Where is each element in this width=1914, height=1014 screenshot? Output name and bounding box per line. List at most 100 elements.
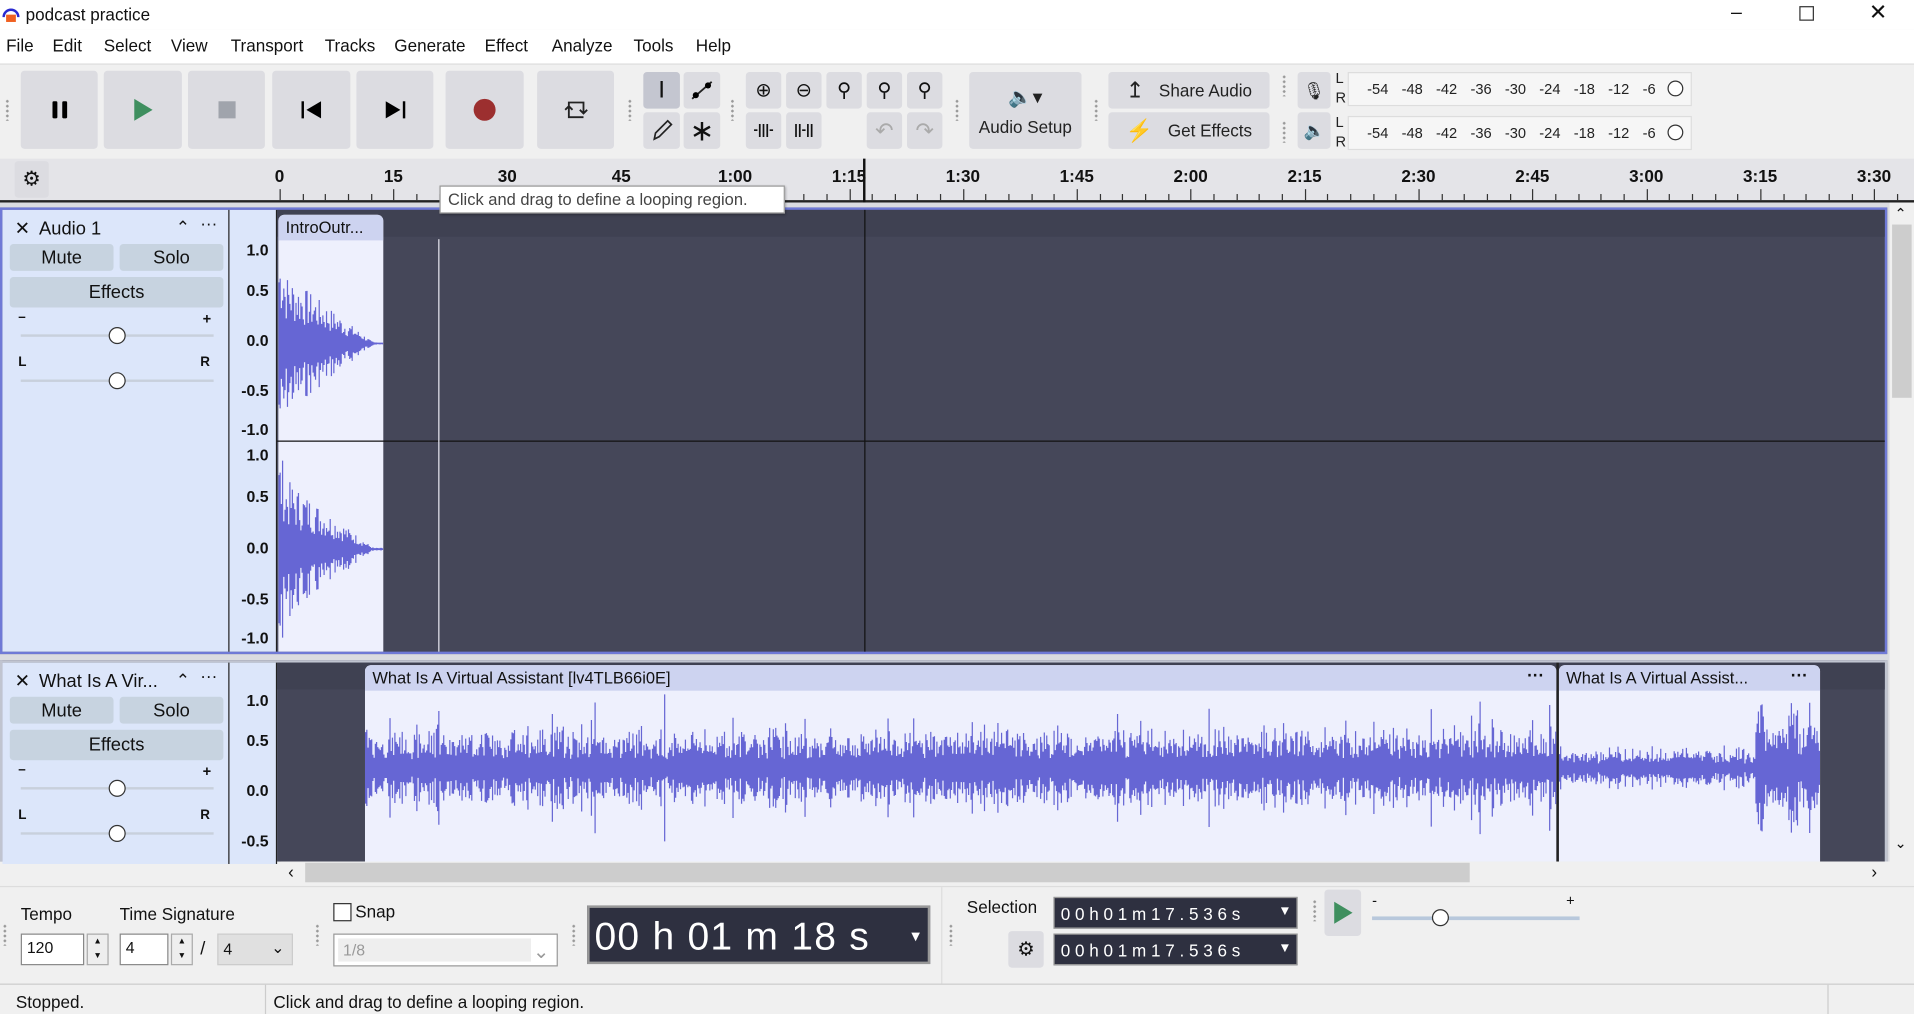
vertical-scrollbar[interactable]: ⌃ ⌄ xyxy=(1889,202,1914,862)
menu-edit[interactable]: Edit xyxy=(52,35,81,55)
playback-speed-slider[interactable] xyxy=(1372,908,1580,927)
horizontal-scroll-thumb[interactable] xyxy=(305,862,1470,883)
collapse-icon[interactable]: ⌃ xyxy=(176,217,190,238)
envelope-tool[interactable] xyxy=(683,71,721,109)
toolbar-grip[interactable] xyxy=(4,98,10,121)
redo-button[interactable]: ↷ xyxy=(906,112,943,149)
pause-button[interactable] xyxy=(20,70,98,149)
track-what-is-a-virtual-assistant[interactable]: ✕ What Is A Vir... ⌃ ··· Mute Solo Effec… xyxy=(0,660,1888,864)
scroll-left-icon[interactable]: ‹ xyxy=(288,862,294,882)
toolbar-grip[interactable] xyxy=(954,98,960,121)
gain-slider[interactable] xyxy=(20,325,214,345)
solo-button[interactable]: Solo xyxy=(119,696,224,724)
timeline-ruler[interactable]: ⚙ 0 15 30 45 1:00 1:15 1:30 1:45 2:00 2:15 2:30 2:4… xyxy=(0,158,1914,203)
audio-setup-button[interactable]: 🔈▾ Audio Setup xyxy=(969,71,1082,149)
timeline-settings-button[interactable]: ⚙ xyxy=(14,161,49,198)
menu-tracks[interactable]: Tracks xyxy=(325,35,376,55)
close-icon[interactable]: ✕ xyxy=(1869,0,1887,26)
clip-menu-icon[interactable]: ··· xyxy=(1791,665,1808,685)
pan-slider[interactable] xyxy=(20,822,214,843)
vertical-scroll-thumb[interactable] xyxy=(1892,224,1912,398)
effects-button[interactable]: Effects xyxy=(9,277,224,308)
record-button[interactable] xyxy=(445,70,524,149)
menu-view[interactable]: View xyxy=(171,35,208,55)
loop-button[interactable] xyxy=(537,70,615,149)
pan-slider-knob[interactable] xyxy=(108,372,126,390)
menu-help[interactable]: Help xyxy=(696,35,731,55)
clip-introoutro[interactable]: IntroOutr... xyxy=(278,214,384,652)
play-at-speed-button[interactable] xyxy=(1324,889,1362,936)
silence-button[interactable]: ||-|| xyxy=(786,112,822,149)
track-name[interactable]: What Is A Vir... xyxy=(39,671,158,692)
time-display[interactable]: 00 h 01 m 18 s ▼ xyxy=(587,905,931,965)
meter-level-knob[interactable] xyxy=(1667,80,1684,97)
scroll-up-icon[interactable]: ⌃ xyxy=(1895,205,1907,222)
menu-tools[interactable]: Tools xyxy=(634,35,674,55)
mute-button[interactable]: Mute xyxy=(9,696,114,724)
time-format-dropdown-icon[interactable]: ▼ xyxy=(908,927,924,944)
toolbar-grip[interactable] xyxy=(729,98,735,121)
gain-slider-knob[interactable] xyxy=(108,779,126,797)
vertical-scale[interactable]: 1.0 0.5 0.0 -0.5 -1.0 1.0 0.5 0.0 -0.5 -1.0 xyxy=(229,209,278,652)
scroll-right-icon[interactable]: › xyxy=(1871,862,1877,882)
trim-button[interactable]: -|||- xyxy=(745,112,782,149)
toolbar-grip[interactable] xyxy=(1312,899,1318,922)
horizontal-scrollbar[interactable]: ‹ › xyxy=(280,861,1890,884)
track-menu-icon[interactable]: ··· xyxy=(200,666,217,686)
snap-dropdown[interactable]: 1/8 ⌄ xyxy=(333,933,558,967)
toolbar-grip[interactable] xyxy=(1281,120,1287,143)
clip-title[interactable]: What Is A Virtual Assist... xyxy=(1558,665,1821,691)
tempo-input[interactable]: 120 xyxy=(20,933,85,966)
close-track-icon[interactable]: ✕ xyxy=(15,670,30,692)
time-signature-denominator[interactable]: 4 ⌄ xyxy=(217,933,293,966)
numerator-stepper[interactable]: ▲ ▼ xyxy=(170,933,193,966)
menu-file[interactable]: File xyxy=(6,35,34,55)
fit-selection-button[interactable]: ⚲ xyxy=(826,71,862,109)
vertical-scale[interactable]: 1.0 0.5 0.0 -0.5 xyxy=(229,662,278,864)
solo-button[interactable]: Solo xyxy=(119,244,224,271)
meter-level-knob[interactable] xyxy=(1667,124,1684,141)
clip-title[interactable]: What Is A Virtual Assistant [lv4TLB66i0E… xyxy=(364,665,1557,691)
play-button[interactable] xyxy=(103,70,182,149)
get-effects-button[interactable]: ⚡ Get Effects xyxy=(1108,112,1270,149)
clip-what-is-a-virtual-assistant[interactable]: What Is A Virtual Assistant [lv4TLB66i0E… xyxy=(364,665,1557,864)
toolbar-grip[interactable] xyxy=(2,923,8,946)
clip-menu-icon[interactable]: ··· xyxy=(1527,665,1544,685)
menu-transport[interactable]: Transport xyxy=(231,35,303,55)
record-meter[interactable]: L R -54 -48 -42 -36 -30 -24 -18 -12 -6 xyxy=(1335,70,1701,109)
clip-what-is-a-virtual-assist-2[interactable]: What Is A Virtual Assist... ··· xyxy=(1558,665,1821,864)
clip-title[interactable]: IntroOutr... xyxy=(278,214,384,241)
zoom-toggle-button[interactable]: ⚲ xyxy=(906,71,943,109)
skip-to-start-button[interactable] xyxy=(272,70,351,149)
minimize-icon[interactable]: – xyxy=(1731,2,1742,24)
selection-settings-button[interactable]: ⚙ xyxy=(1008,931,1044,968)
menu-generate[interactable]: Generate xyxy=(394,35,465,55)
pan-slider-knob[interactable] xyxy=(108,824,126,843)
track-name[interactable]: Audio 1 xyxy=(39,218,101,239)
undo-button[interactable]: ↶ xyxy=(866,112,903,149)
draw-tool[interactable] xyxy=(643,112,680,149)
toolbar-grip[interactable] xyxy=(627,98,633,121)
mute-button[interactable]: Mute xyxy=(9,244,114,271)
menu-effect[interactable]: Effect xyxy=(485,35,528,55)
restore-icon[interactable] xyxy=(1799,6,1814,21)
track-menu-icon[interactable]: ··· xyxy=(200,214,217,234)
share-audio-button[interactable]: ↥ Share Audio xyxy=(1108,71,1270,109)
selection-tool[interactable]: I xyxy=(643,71,680,109)
toolbar-grip[interactable] xyxy=(314,923,320,946)
fit-project-button[interactable]: ⚲ xyxy=(866,71,903,109)
zoom-in-button[interactable]: ⊕ xyxy=(745,71,782,109)
playback-meter[interactable]: L R -54 -48 -42 -36 -30 -24 -18 -12 -6 xyxy=(1335,113,1701,152)
menu-select[interactable]: Select xyxy=(104,35,152,55)
menu-analyze[interactable]: Analyze xyxy=(552,35,613,55)
multi-tool[interactable]: ∗ xyxy=(683,112,721,149)
speed-slider-knob[interactable] xyxy=(1431,909,1449,927)
toolbar-grip[interactable] xyxy=(1281,74,1287,97)
scroll-down-icon[interactable]: ⌄ xyxy=(1895,835,1907,852)
gain-slider[interactable] xyxy=(20,777,214,797)
toolbar-grip[interactable] xyxy=(1093,98,1099,121)
skip-to-end-button[interactable] xyxy=(356,70,434,149)
snap-checkbox[interactable] xyxy=(333,903,352,922)
record-meter-button[interactable]: 🎙 xyxy=(1297,71,1331,109)
effects-button[interactable]: Effects xyxy=(9,729,224,761)
